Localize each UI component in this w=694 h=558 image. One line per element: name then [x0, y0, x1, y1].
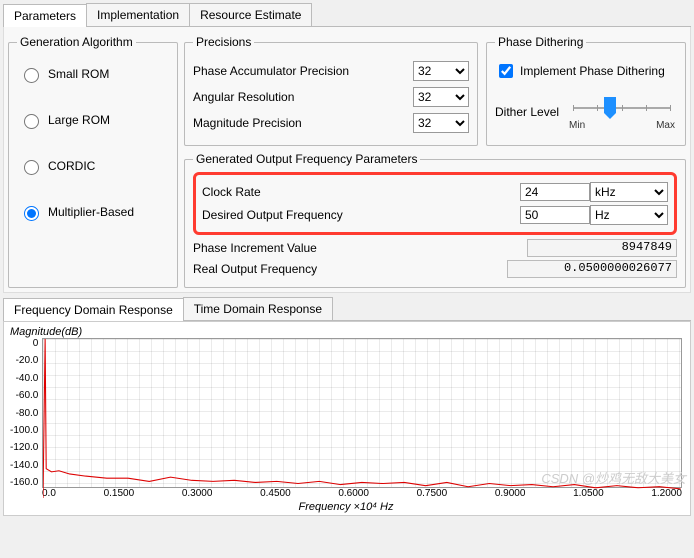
desired-freq-input[interactable]	[520, 206, 590, 224]
phase-acc-label: Phase Accumulator Precision	[193, 64, 413, 78]
highlighted-box: Clock Rate kHz Desired Output Frequency …	[193, 172, 677, 235]
right-column: Precisions Phase Accumulator Precision 3…	[184, 35, 686, 288]
magnitude-prec-row: Magnitude Precision 32	[193, 113, 469, 133]
main-tabstrip: Parameters Implementation Resource Estim…	[3, 3, 691, 27]
desired-freq-row: Desired Output Frequency Hz	[202, 205, 668, 225]
phase-acc-row: Phase Accumulator Precision 32	[193, 61, 469, 81]
phase-dithering-group: Phase Dithering Implement Phase Ditherin…	[486, 35, 686, 146]
top-row: Precisions Phase Accumulator Precision 3…	[184, 35, 686, 146]
slider-max-label: Max	[656, 120, 675, 131]
phase-increment-value: 8947849	[527, 239, 677, 257]
clock-rate-label: Clock Rate	[202, 185, 382, 199]
clock-rate-row: Clock Rate kHz	[202, 182, 668, 202]
slider-min-label: Min	[569, 120, 585, 131]
slider-thumb-icon[interactable]	[604, 97, 616, 113]
phase-increment-row: Phase Increment Value 8947849	[193, 239, 677, 257]
desired-freq-label: Desired Output Frequency	[202, 208, 382, 222]
tab-time-domain[interactable]: Time Domain Response	[183, 297, 333, 320]
implement-dithering-label: Implement Phase Dithering	[520, 64, 665, 78]
freq-response-chart: Magnitude(dB) 0 -20.0 -40.0 -60.0 -80.0 …	[3, 321, 691, 516]
parameters-panel: Generation Algorithm Small ROM Large ROM…	[3, 27, 691, 293]
response-tabstrip: Frequency Domain Response Time Domain Re…	[3, 297, 691, 321]
clock-rate-unit-select[interactable]: kHz	[590, 182, 668, 202]
angular-res-label: Angular Resolution	[193, 90, 413, 104]
radio-large-rom[interactable]: Large ROM	[19, 111, 167, 129]
tab-freq-domain[interactable]: Frequency Domain Response	[3, 298, 184, 321]
phase-dithering-legend: Phase Dithering	[495, 35, 586, 49]
real-output-label: Real Output Frequency	[193, 262, 373, 276]
real-output-row: Real Output Frequency 0.0500000026077	[193, 260, 677, 278]
chart-line-icon	[43, 339, 681, 498]
generated-output-legend: Generated Output Frequency Parameters	[193, 152, 420, 166]
dither-level-label: Dither Level	[495, 105, 559, 119]
magnitude-prec-label: Magnitude Precision	[193, 116, 413, 130]
phase-increment-label: Phase Increment Value	[193, 241, 373, 255]
radio-cordic-label: CORDIC	[48, 159, 95, 173]
tab-parameters[interactable]: Parameters	[3, 4, 87, 27]
phase-acc-select[interactable]: 32	[413, 61, 469, 81]
radio-multiplier-input[interactable]	[24, 206, 39, 221]
precisions-group: Precisions Phase Accumulator Precision 3…	[184, 35, 478, 146]
radio-large-rom-input[interactable]	[24, 114, 39, 129]
radio-cordic[interactable]: CORDIC	[19, 157, 167, 175]
radio-small-rom-label: Small ROM	[48, 67, 109, 81]
radio-small-rom[interactable]: Small ROM	[19, 65, 167, 83]
radio-small-rom-input[interactable]	[24, 68, 39, 83]
dither-level-slider[interactable]: Min Max	[567, 95, 677, 129]
angular-res-select[interactable]: 32	[413, 87, 469, 107]
chart-plot-area	[42, 338, 682, 488]
clock-rate-input[interactable]	[520, 183, 590, 201]
generation-algorithm-legend: Generation Algorithm	[17, 35, 136, 49]
implement-dithering-check[interactable]: Implement Phase Dithering	[495, 61, 677, 81]
chart-y-axis: 0 -20.0 -40.0 -60.0 -80.0 -100.0 -120.0 …	[10, 338, 42, 488]
radio-cordic-input[interactable]	[24, 160, 39, 175]
generated-output-group: Generated Output Frequency Parameters Cl…	[184, 152, 686, 288]
real-output-value: 0.0500000026077	[507, 260, 677, 278]
generation-algorithm-group: Generation Algorithm Small ROM Large ROM…	[8, 35, 178, 288]
implement-dithering-input[interactable]	[499, 64, 513, 78]
magnitude-prec-select[interactable]: 32	[413, 113, 469, 133]
angular-res-row: Angular Resolution 32	[193, 87, 469, 107]
dither-level-row: Dither Level Min Max	[495, 95, 677, 129]
radio-multiplier-label: Multiplier-Based	[48, 205, 134, 219]
tab-implementation[interactable]: Implementation	[86, 3, 190, 26]
radio-large-rom-label: Large ROM	[48, 113, 110, 127]
chart-xlabel: Frequency ×10⁴ Hz	[10, 501, 682, 513]
radio-multiplier-based[interactable]: Multiplier-Based	[19, 203, 167, 221]
tab-resource-estimate[interactable]: Resource Estimate	[189, 3, 312, 26]
desired-freq-unit-select[interactable]: Hz	[590, 205, 668, 225]
chart-ylabel: Magnitude(dB)	[10, 326, 682, 338]
precisions-legend: Precisions	[193, 35, 254, 49]
